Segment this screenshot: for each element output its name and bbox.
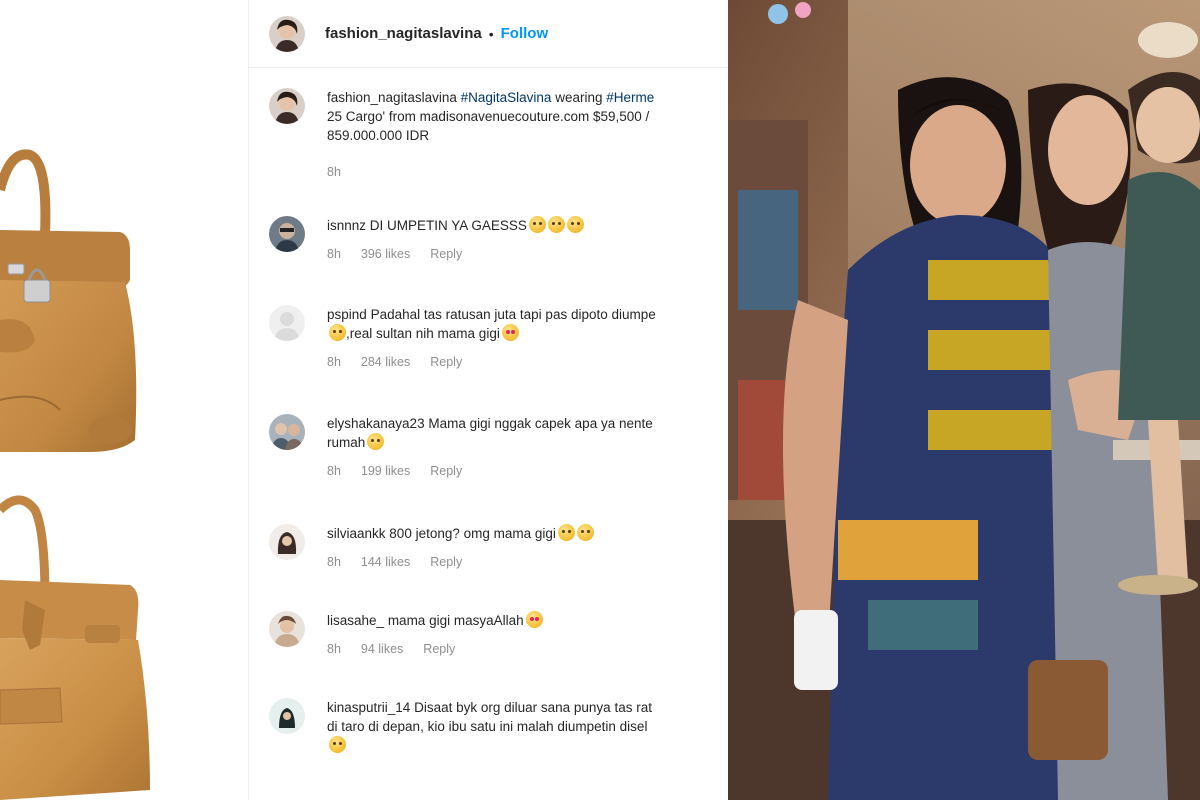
instagram-post-panel: fashion_nagitaslavina • Follow fashion_n… (248, 0, 728, 800)
comment-message: Mama gigi nggak capek apa ya nente (428, 416, 653, 431)
comment-username[interactable]: isnnnz (327, 218, 366, 233)
heart-eyes-emoji-icon (525, 611, 543, 628)
comment-text: kinasputrii_14 Disaat byk org diluar san… (327, 698, 728, 717)
timestamp: 8h (327, 355, 341, 369)
caption-text: fashion_nagitaslavina #NagitaSlavina wea… (327, 88, 728, 107)
comment-text: lisasahe_ mama gigi masyaAllah (327, 611, 728, 630)
timestamp: 8h (327, 165, 341, 179)
laughing-crying-emoji-icon (528, 216, 546, 233)
comment-text: elyshakanaya23 Mama gigi nggak capek apa… (327, 414, 728, 433)
reply-button[interactable]: Reply (430, 555, 462, 569)
comment-body: isnnnz DI UMPETIN YA GAESSS 8h 396 likes… (327, 216, 728, 261)
comment-body: silviaankk 800 jetong? omg mama gigi 8h … (327, 524, 728, 569)
avatar[interactable] (269, 216, 305, 252)
avatar[interactable] (269, 15, 305, 52)
comment-message: mama gigi masyaAllah (387, 613, 524, 628)
comment-username[interactable]: elyshakanaya23 (327, 416, 425, 431)
caption-line: 859.000.000 IDR (327, 128, 430, 143)
hashtag-link[interactable]: #NagitaSlavina (461, 90, 552, 105)
post-photo (728, 0, 1200, 800)
timestamp: 8h (327, 464, 341, 478)
timestamp: 8h (327, 247, 341, 261)
caption-line: 25 Cargo' from madisonavenuecouture.com … (327, 109, 650, 124)
caption-fragment: wearing (551, 90, 607, 105)
avatar[interactable] (269, 611, 305, 647)
comment-username[interactable]: silviaankk (327, 526, 386, 541)
laughing-crying-emoji-icon (329, 324, 346, 341)
avatar[interactable] (269, 414, 305, 450)
comment-meta: 8h 396 likes Reply (327, 247, 728, 261)
avatar[interactable] (269, 524, 305, 560)
comment-message-continued: rumah (327, 435, 366, 450)
laughing-crying-emoji-icon (547, 216, 565, 233)
comment-body: kinasputrii_14 Disaat byk org diluar san… (327, 698, 728, 755)
laughing-crying-emoji-icon (557, 524, 575, 541)
comment-message: 800 jetong? omg mama gigi (389, 526, 556, 541)
comment-body: elyshakanaya23 Mama gigi nggak capek apa… (327, 414, 728, 478)
comment-line: ,real sultan nih mama gigi (327, 324, 728, 343)
reply-button[interactable]: Reply (430, 355, 462, 369)
comment-meta: 8h 94 likes Reply (327, 642, 728, 656)
post-header: fashion_nagitaslavina • Follow (249, 0, 728, 68)
like-count[interactable]: 396 likes (361, 247, 410, 261)
avatar[interactable] (269, 305, 305, 341)
laughing-crying-emoji-icon (367, 433, 385, 450)
avatar[interactable] (269, 88, 305, 124)
comment-text: pspind Padahal tas ratusan juta tapi pas… (327, 305, 728, 324)
photo-scene (728, 0, 1200, 800)
comment-body: pspind Padahal tas ratusan juta tapi pas… (327, 305, 728, 369)
comment-message: Disaat byk org diluar sana punya tas rat (414, 700, 652, 715)
comment-meta: 8h 144 likes Reply (327, 555, 728, 569)
like-count[interactable]: 284 likes (361, 355, 410, 369)
birkin-bag-icon (0, 495, 150, 800)
comment-meta: 8h 284 likes Reply (327, 355, 728, 369)
comment-username[interactable]: pspind (327, 307, 367, 322)
caption-meta: 8h (327, 165, 728, 179)
comment-line: di taro di depan, kio ibu satu ini malah… (327, 719, 648, 734)
comment-text: silviaankk 800 jetong? omg mama gigi (327, 524, 728, 543)
separator-dot: • (488, 25, 494, 42)
reply-button[interactable]: Reply (430, 247, 462, 261)
avatar[interactable] (269, 698, 305, 734)
comment-username[interactable]: lisasahe_ (327, 613, 384, 628)
comment-meta: 8h 199 likes Reply (327, 464, 728, 478)
birkin-bag-lock-icon (0, 149, 137, 452)
caption-body: fashion_nagitaslavina #NagitaSlavina wea… (327, 88, 728, 179)
comment-message: Padahal tas ratusan juta tapi pas dipoto… (370, 307, 656, 322)
comment-username[interactable]: kinasputrii_14 (327, 700, 410, 715)
caption-username[interactable]: fashion_nagitaslavina (327, 90, 457, 105)
laughing-crying-emoji-icon (576, 524, 594, 541)
like-count[interactable]: 144 likes (361, 555, 410, 569)
like-count[interactable]: 199 likes (361, 464, 410, 478)
follow-button[interactable]: Follow (501, 25, 549, 42)
like-count[interactable]: 94 likes (361, 642, 403, 656)
timestamp: 8h (327, 642, 341, 656)
reply-button[interactable]: Reply (423, 642, 455, 656)
heart-eyes-emoji-icon (501, 324, 519, 341)
comment-text: isnnnz DI UMPETIN YA GAESSS (327, 216, 728, 235)
laughing-crying-emoji-icon (329, 736, 346, 753)
comment-line: rumah (327, 433, 728, 452)
comment-line (327, 736, 728, 755)
reply-button[interactable]: Reply (430, 464, 462, 478)
comment-message-continued: ,real sultan nih mama gigi (346, 326, 500, 341)
hashtag-link[interactable]: #Herme (606, 90, 654, 105)
comment-body: lisasahe_ mama gigi masyaAllah 8h 94 lik… (327, 611, 728, 656)
comment-message: DI UMPETIN YA GAESSS (369, 218, 527, 233)
post-username[interactable]: fashion_nagitaslavina (325, 25, 482, 42)
laughing-crying-emoji-icon (566, 216, 584, 233)
timestamp: 8h (327, 555, 341, 569)
product-panel (0, 0, 248, 800)
